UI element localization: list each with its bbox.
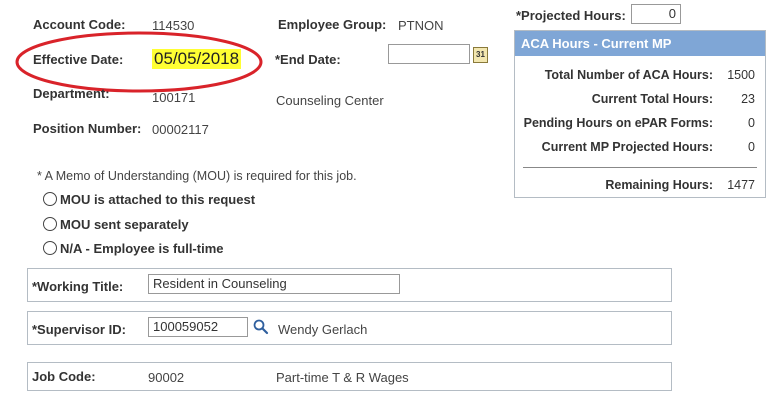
supervisor-id-label: *Supervisor ID:	[32, 322, 126, 337]
position-number-value: 00002117	[152, 122, 209, 137]
highlight-ellipse	[15, 31, 263, 93]
employee-group-label: Employee Group:	[278, 17, 387, 32]
job-description: Part-time T & R Wages	[276, 370, 409, 385]
mou-separately-label[interactable]: MOU sent separately	[60, 217, 189, 232]
job-code-value: 90002	[148, 370, 185, 385]
mou-attached-radio[interactable]	[43, 192, 57, 206]
aca-projected-label: Current MP Projected Hours:	[541, 140, 713, 154]
mou-separately-radio[interactable]	[43, 217, 57, 231]
aca-total-value: 1500	[727, 68, 755, 82]
mou-attached-label[interactable]: MOU is attached to this request	[60, 192, 255, 207]
department-value: 100171	[152, 90, 196, 105]
supervisor-section: *Supervisor ID: 100059052 Wendy Gerlach	[27, 311, 672, 345]
mou-note: * A Memo of Understanding (MOU) is requi…	[37, 169, 357, 183]
working-title-section: *Working Title: Resident in Counseling	[27, 268, 672, 302]
aca-pending-value: 0	[748, 116, 755, 130]
position-number-label: Position Number:	[33, 121, 142, 136]
employee-group-value: PTNON	[398, 18, 444, 33]
projected-hours-label: *Projected Hours:	[516, 8, 626, 23]
aca-projected-value: 0	[748, 140, 755, 154]
working-title-input[interactable]: Resident in Counseling	[148, 274, 400, 294]
projected-hours-input[interactable]: 0	[631, 4, 681, 24]
mou-full-time-radio[interactable]	[43, 241, 57, 255]
supervisor-name: Wendy Gerlach	[278, 322, 368, 337]
aca-pending-label: Pending Hours on ePAR Forms:	[523, 116, 713, 130]
aca-total-label: Total Number of ACA Hours:	[544, 68, 713, 82]
department-name: Counseling Center	[276, 93, 384, 108]
mou-full-time-label[interactable]: N/A - Employee is full-time	[60, 241, 224, 256]
job-code-label: Job Code:	[32, 369, 96, 384]
working-title-label: *Working Title:	[32, 279, 124, 294]
aca-remaining-value: 1477	[727, 178, 755, 192]
aca-remaining-label: Remaining Hours:	[605, 178, 713, 192]
supervisor-id-input[interactable]: 100059052	[148, 317, 248, 337]
aca-hours-panel: ACA Hours - Current MP Total Number of A…	[514, 30, 766, 198]
aca-panel-title: ACA Hours - Current MP	[515, 31, 765, 56]
end-date-label: *End Date:	[275, 52, 341, 67]
end-date-input[interactable]	[388, 44, 470, 64]
job-code-section: Job Code: 90002 Part-time T & R Wages	[27, 362, 672, 391]
calendar-icon[interactable]: 31	[473, 47, 488, 63]
aca-current-value: 23	[741, 92, 755, 106]
search-icon[interactable]	[253, 319, 269, 335]
department-label: Department:	[33, 86, 110, 101]
aca-current-label: Current Total Hours:	[591, 92, 713, 106]
aca-divider	[523, 167, 757, 168]
